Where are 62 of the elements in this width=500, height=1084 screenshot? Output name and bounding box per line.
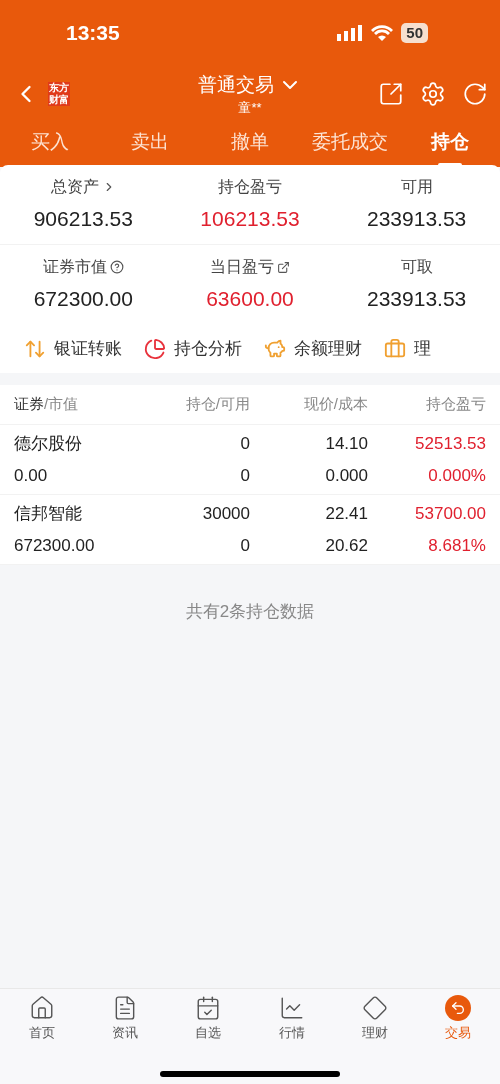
nav-item[interactable]: 自选 [166,995,250,1043]
quick-link[interactable]: 余额理财 [264,336,362,362]
refresh-icon[interactable] [462,81,488,107]
battery-indicator: 50 [401,23,428,43]
diamond-icon [361,995,388,1022]
summary-label: 持仓盈亏 [218,176,282,197]
record-count: 共有2条持仓数据 [185,601,315,623]
account-name: 童** [238,98,262,117]
transfer-icon [24,338,46,360]
table-cell-text: 22.41 [324,503,368,525]
quick-link[interactable]: 理 [384,336,431,362]
pie-chart-icon [144,338,166,360]
table-cell-text: 20.62 [324,534,368,557]
share-icon[interactable] [277,260,290,274]
app-logo: 东方 财富 [48,82,70,106]
settings-icon[interactable] [420,81,446,107]
table-cell-text: 0 [239,534,250,557]
summary-label: 证券市值 [42,257,107,278]
summary-value: 233913.53 [367,286,467,313]
table-cell-text: 672300.00 [14,534,96,557]
nav-item[interactable]: 交易 [416,995,500,1043]
summary-value: 906213.53 [33,205,133,232]
stock-name: 德尔股份 [14,433,83,455]
column-header: 证券/市值 [14,394,80,415]
trade-icon [445,995,472,1022]
piggy-bank-icon [264,338,286,360]
table-cell-text: 0 [239,464,250,487]
status-time: 13:35 [66,20,120,47]
table-cell-text: 0.000 [324,464,368,487]
summary-label: 可用 [400,176,433,197]
quick-link[interactable]: 持仓分析 [144,336,242,362]
position-row[interactable]: 德尔股份 0 14.10 52513.53 0.00 0 0.000 0.000% [0,425,500,495]
summary-label: 总资产 [50,176,99,197]
page-title: 普通交易 [198,73,274,97]
summary-value: 672300.00 [33,286,133,313]
table-cell-text: 0.00 [14,464,49,487]
summary-label: 当日盈亏 [210,257,274,278]
summary-label: 可取 [400,257,433,278]
nav-item[interactable]: 理财 [333,995,417,1043]
table-cell-text: 53700.00 [414,503,486,525]
stock-name: 信邦智能 [14,503,83,525]
share-icon[interactable] [378,81,404,107]
table-cell-text: 0.000% [427,464,486,487]
table-cell-text: 8.681% [427,534,486,557]
column-header: 持仓/可用 [184,394,250,415]
signal-icon [337,25,364,41]
nav-item[interactable]: 行情 [250,995,334,1043]
summary-value: 233913.53 [367,205,467,232]
column-header: 现价/成本 [302,394,368,415]
nav-item[interactable]: 首页 [0,995,84,1043]
table-cell-text: 52513.53 [414,433,486,455]
summary-value: 63600.00 [206,286,294,313]
quick-link[interactable]: 银证转账 [24,336,122,362]
help-icon[interactable] [109,260,124,275]
table-cell-text: 0 [239,433,250,455]
nav-item[interactable]: 资讯 [83,995,167,1043]
column-header: 持仓盈亏 [425,394,486,415]
position-row[interactable]: 信邦智能 30000 22.41 53700.00 672300.00 0 20.62 8.681% [0,495,500,565]
wifi-icon [371,25,394,41]
table-cell-text: 14.10 [324,433,368,455]
table-cell-text: 30000 [201,503,250,525]
summary-value: 106213.53 [200,205,300,232]
